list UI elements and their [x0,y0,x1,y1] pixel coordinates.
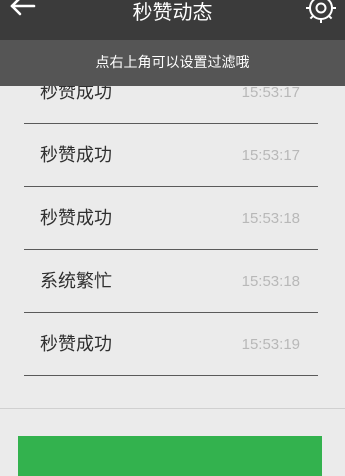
list-item[interactable]: 秒赞成功 15:53:17 [24,126,318,187]
list-item-status: 秒赞成功 [40,189,112,249]
list-item[interactable]: 系统繁忙 15:53:18 [24,252,318,313]
activity-list[interactable]: 秒赞成功 15:53:17 秒赞成功 15:53:17 秒赞成功 15:53:1… [24,86,318,376]
filter-hint-bar: 点右上角可以设置过滤哦 [0,40,345,86]
list-item-time: 15:53:17 [242,86,300,123]
list-item-status: 秒赞成功 [40,86,112,123]
list-item-time: 15:53:17 [242,126,300,186]
list-item-status: 系统繁忙 [40,252,112,312]
list-item-time: 15:53:18 [242,252,300,312]
action-button[interactable] [18,436,322,476]
list-item-status: 秒赞成功 [40,315,112,375]
list-item-time: 15:53:18 [242,189,300,249]
list-item[interactable]: 秒赞成功 15:53:19 [24,315,318,376]
page-title: 秒赞动态 [0,0,345,27]
filter-hint-text: 点右上角可以设置过滤哦 [0,40,345,86]
gear-icon [303,0,339,30]
list-item-time: 15:53:19 [242,315,300,375]
top-bar: 秒赞动态 [0,0,345,40]
list-item[interactable]: 秒赞成功 15:53:18 [24,189,318,250]
list-item[interactable]: 秒赞成功 15:53:17 [24,86,318,124]
list-item-status: 秒赞成功 [40,126,112,186]
bottom-divider [0,408,345,409]
settings-button[interactable] [303,0,339,30]
